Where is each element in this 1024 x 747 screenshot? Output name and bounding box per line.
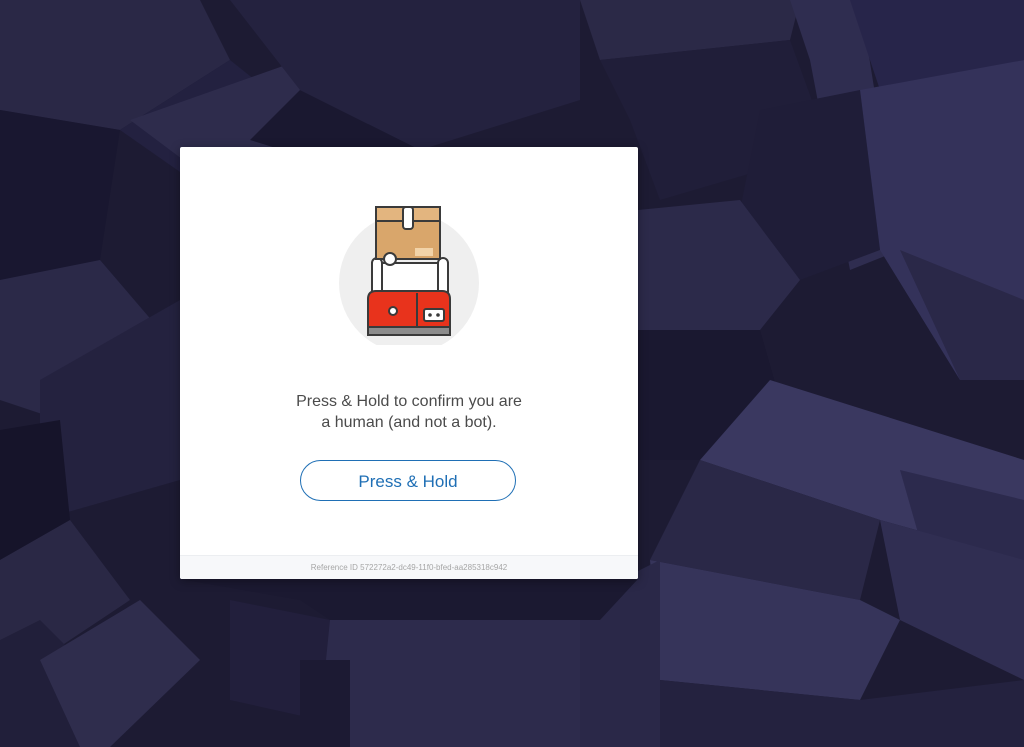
reference-id-label: Reference ID <box>310 563 358 572</box>
reference-id-value: 572272a2-dc49-11f0-bfed-aa285318c942 <box>360 563 508 572</box>
press-and-hold-button[interactable]: Press & Hold <box>300 460 516 501</box>
challenge-dialog: Press & Hold to confirm you are a human … <box>180 147 638 579</box>
challenge-message-line2: a human (and not a bot). <box>321 414 497 431</box>
challenge-message: Press & Hold to confirm you are a human … <box>180 391 638 433</box>
challenge-message-line1: Press & Hold to confirm you are <box>296 393 522 410</box>
robot-carrying-box-icon <box>338 203 480 353</box>
reference-footer: Reference ID 572272a2-dc49-11f0-bfed-aa2… <box>180 555 638 579</box>
